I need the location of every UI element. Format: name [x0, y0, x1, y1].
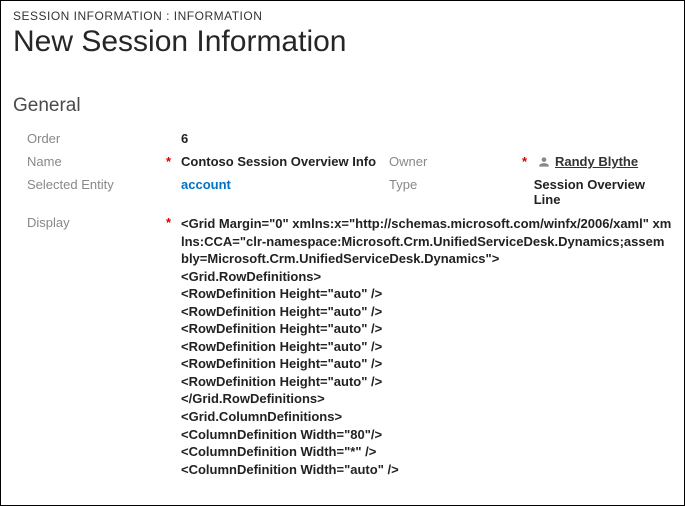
- label-owner: Owner: [389, 154, 427, 169]
- value-display[interactable]: <Grid Margin="0" xmlns:x="http://schemas…: [181, 215, 672, 478]
- row-name-owner: Name * Contoso Session Overview Info Own…: [27, 154, 672, 169]
- row-entity-type: Selected Entity account Type Session Ove…: [27, 177, 672, 207]
- breadcrumb: SESSION INFORMATION : INFORMATION: [13, 9, 672, 23]
- value-order[interactable]: 6: [181, 131, 188, 146]
- user-icon: [537, 155, 551, 169]
- row-display: Display * <Grid Margin="0" xmlns:x="http…: [27, 215, 672, 478]
- required-icon: *: [166, 154, 171, 169]
- label-type: Type: [389, 177, 417, 192]
- value-selected-entity[interactable]: account: [181, 177, 231, 192]
- page-title: New Session Information: [13, 25, 672, 59]
- form-area: Order 6 Name * Contoso Session Overview …: [13, 131, 672, 478]
- label-selected-entity: Selected Entity: [27, 177, 114, 192]
- section-title-general: General: [13, 95, 672, 117]
- value-name[interactable]: Contoso Session Overview Info: [181, 154, 376, 169]
- label-order: Order: [27, 131, 60, 146]
- label-name: Name: [27, 154, 62, 169]
- label-display: Display: [27, 215, 70, 230]
- owner-name-link[interactable]: Randy Blythe: [555, 154, 638, 169]
- row-order: Order 6: [27, 131, 672, 146]
- value-type[interactable]: Session Overview Line: [534, 177, 672, 207]
- required-icon: *: [522, 154, 527, 169]
- required-icon: *: [166, 215, 171, 230]
- value-owner[interactable]: Randy Blythe: [537, 154, 638, 169]
